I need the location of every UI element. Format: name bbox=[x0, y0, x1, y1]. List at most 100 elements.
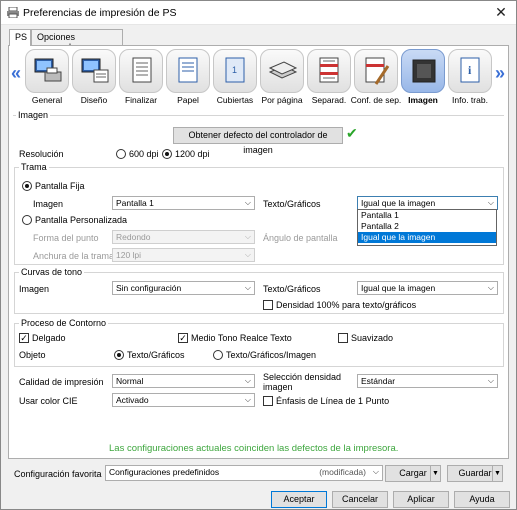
resolution-label: Resolución bbox=[19, 149, 64, 159]
scroll-right-icon[interactable]: » bbox=[495, 63, 505, 84]
printer-icon bbox=[7, 6, 19, 19]
cie-label: Usar color CIE bbox=[19, 396, 78, 406]
delgado-checkbox[interactable]: ✓ bbox=[19, 333, 29, 343]
separator-icon bbox=[307, 49, 351, 93]
trama-texto-dropdown: Pantalla 1 Pantalla 2 Igual que la image… bbox=[357, 209, 497, 246]
curvas-title: Curvas de tono bbox=[19, 267, 85, 277]
trama-imagen-value: Pantalla 1 bbox=[116, 198, 154, 208]
curvas-imagen-value: Sin configuración bbox=[116, 283, 182, 293]
imagen-section-title: Imagen bbox=[16, 110, 51, 120]
res-1200-radio[interactable] bbox=[162, 149, 172, 159]
per-page-icon bbox=[260, 49, 304, 93]
suavizado-label: Suavizado bbox=[351, 333, 394, 343]
pantalla-fija-label: Pantalla Fija bbox=[35, 181, 85, 191]
favoritos-value: Configuraciones predefinidos bbox=[109, 467, 220, 477]
favoritos-modified: (modificada) bbox=[319, 467, 366, 477]
chevron-down-icon: ⌵ bbox=[244, 376, 251, 385]
curvas-texto-value: Igual que la imagen bbox=[361, 283, 436, 293]
densidad-100-label: Densidad 100% para texto/gráficos bbox=[276, 300, 417, 310]
status-message: Las configuraciones actuales coinciden l… bbox=[109, 443, 399, 454]
forma-punto-label: Forma del punto bbox=[33, 233, 99, 243]
dropdown-option-igual[interactable]: Igual que la imagen bbox=[358, 232, 496, 243]
trama-texto-select[interactable]: Igual que la imagen ⌵ bbox=[357, 196, 498, 210]
medio-tono-label: Medio Tono Realce Texto bbox=[191, 333, 292, 343]
trama-texto-label: Texto/Gráficos bbox=[263, 199, 321, 209]
aceptar-button[interactable]: Aceptar bbox=[271, 491, 327, 508]
enfasis-label: Énfasis de Línea de 1 Punto bbox=[276, 396, 390, 406]
res-600-radio[interactable] bbox=[116, 149, 126, 159]
medio-tono-checkbox[interactable]: ✓ bbox=[178, 333, 188, 343]
title-bar: Preferencias de impresión de PS ✕ bbox=[1, 1, 516, 25]
anchura-trama-select[interactable]: 120 lpi ⌵ bbox=[112, 248, 255, 262]
res-600-label: 600 dpi bbox=[129, 149, 159, 159]
scroll-left-icon[interactable]: « bbox=[11, 63, 21, 84]
paper-icon bbox=[166, 49, 210, 93]
dropdown-option-pantalla-1[interactable]: Pantalla 1 bbox=[358, 210, 496, 221]
job-info-icon: i bbox=[448, 49, 492, 93]
forma-punto-value: Redondo bbox=[116, 232, 151, 242]
objeto-texto-imagen-label: Texto/Gráficos/Imagen bbox=[226, 350, 317, 360]
computer-printer-icon bbox=[25, 49, 69, 93]
angulo-pantalla-label: Ángulo de pantalla bbox=[263, 233, 338, 243]
suavizado-checkbox[interactable] bbox=[338, 333, 348, 343]
print-preferences-window: Preferencias de impresión de PS ✕ PS Opc… bbox=[0, 0, 517, 510]
aplicar-button[interactable]: Aplicar bbox=[393, 491, 449, 508]
cargar-dropdown-icon[interactable]: ▼ bbox=[430, 466, 440, 481]
densidad-sel-value: Estándar bbox=[361, 376, 396, 386]
close-icon[interactable]: ✕ bbox=[492, 4, 510, 22]
imagen-divider bbox=[13, 115, 504, 116]
layout-icon bbox=[72, 49, 116, 93]
densidad-sel-select[interactable]: Estándar ⌵ bbox=[357, 374, 498, 388]
calidad-value: Normal bbox=[116, 376, 144, 386]
pantalla-personalizada-radio[interactable] bbox=[22, 215, 32, 225]
contorno-group bbox=[14, 323, 504, 367]
guardar-dropdown-icon[interactable]: ▼ bbox=[492, 466, 502, 481]
forma-punto-select[interactable]: Redondo ⌵ bbox=[112, 230, 255, 244]
trama-texto-value: Igual que la imagen bbox=[361, 198, 436, 208]
anchura-trama-label: Anchura de la trama bbox=[33, 251, 115, 261]
tab-ps[interactable]: PS bbox=[9, 29, 31, 46]
cargar-label: Cargar bbox=[399, 468, 427, 478]
cancelar-button[interactable]: Cancelar bbox=[332, 491, 388, 508]
calidad-select[interactable]: Normal ⌵ bbox=[112, 374, 255, 388]
contorno-title: Proceso de Contorno bbox=[19, 318, 109, 328]
chevron-down-icon: ⌵ bbox=[372, 467, 379, 476]
anchura-trama-value: 120 lpi bbox=[116, 250, 142, 260]
curvas-imagen-select[interactable]: Sin configuración ⌵ bbox=[112, 281, 255, 295]
trama-title: Trama bbox=[19, 162, 49, 172]
chevron-down-icon: ⌵ bbox=[244, 232, 251, 241]
curvas-texto-label: Texto/Gráficos bbox=[263, 284, 321, 294]
tab-opciones-avanzadas[interactable]: Opciones avanzadas bbox=[31, 29, 123, 52]
objeto-texto-imagen-radio[interactable] bbox=[213, 350, 223, 360]
chevron-down-icon: ⌵ bbox=[244, 283, 251, 292]
pantalla-fija-radio[interactable] bbox=[22, 181, 32, 191]
objeto-texto-label: Texto/Gráficos bbox=[127, 350, 185, 360]
enfasis-checkbox[interactable] bbox=[263, 396, 273, 406]
get-defaults-button[interactable]: Obtener defecto del controlador de image… bbox=[173, 127, 343, 155]
densidad-sel-label: Selección densidad imagen bbox=[263, 372, 342, 392]
cie-select[interactable]: Activado ⌵ bbox=[112, 393, 255, 407]
pantalla-personalizada-label: Pantalla Personalizada bbox=[35, 215, 128, 225]
favoritos-label: Configuración favorita bbox=[14, 469, 102, 479]
check-icon: ✔ bbox=[346, 125, 358, 141]
separator-settings-icon bbox=[354, 49, 398, 93]
svg-text:1: 1 bbox=[232, 65, 237, 75]
favoritos-select[interactable]: Configuraciones predefinidos (modificada… bbox=[105, 465, 383, 481]
cie-value: Activado bbox=[116, 395, 149, 405]
ayuda-button[interactable]: Ayuda bbox=[454, 491, 510, 508]
res-1200-label: 1200 dpi bbox=[175, 149, 210, 159]
trama-imagen-select[interactable]: Pantalla 1 ⌵ bbox=[112, 196, 255, 210]
trama-imagen-label: Imagen bbox=[33, 199, 64, 209]
objeto-texto-radio[interactable] bbox=[114, 350, 124, 360]
chevron-down-icon: ⌵ bbox=[244, 250, 251, 259]
covers-icon: 1 bbox=[213, 49, 257, 93]
curvas-texto-select[interactable]: Igual que la imagen ⌵ bbox=[357, 281, 498, 295]
window-title: Preferencias de impresión de PS bbox=[23, 7, 177, 19]
dropdown-option-pantalla-2[interactable]: Pantalla 2 bbox=[358, 221, 496, 232]
delgado-label: Delgado bbox=[32, 333, 66, 343]
cargar-button[interactable]: Cargar ▼ bbox=[385, 465, 441, 482]
guardar-button[interactable]: Guardar ▼ bbox=[447, 465, 503, 482]
densidad-100-checkbox[interactable] bbox=[263, 300, 273, 310]
icon-label-info-trab: Info. trab. bbox=[452, 95, 488, 105]
chevron-down-icon: ⌵ bbox=[487, 283, 494, 292]
